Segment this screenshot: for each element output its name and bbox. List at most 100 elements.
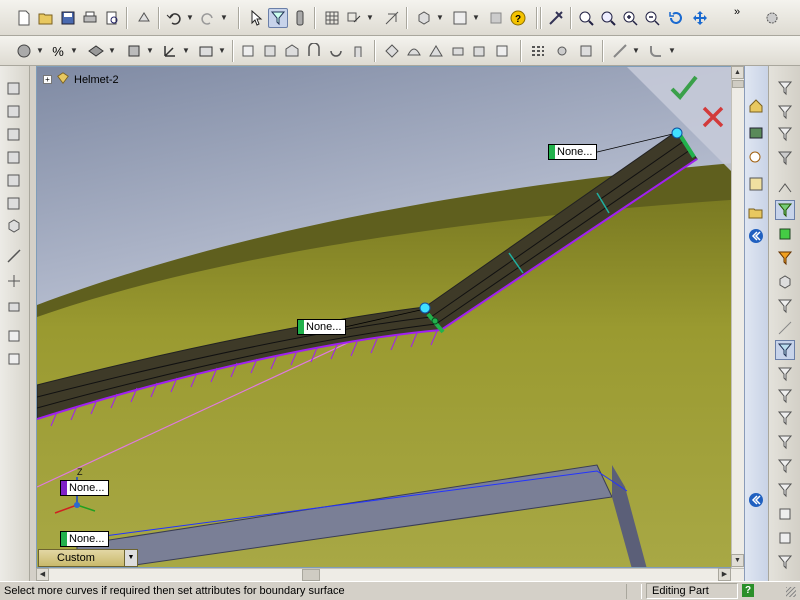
scroll-up-arrow-icon[interactable]: ▲ [731,66,744,79]
zoom-to-selection-icon[interactable] [642,8,662,28]
design-library-icon[interactable] [746,122,766,142]
zoom-in-out-icon[interactable] [620,8,640,28]
filter-clear-icon[interactable] [775,148,795,168]
callout-direction1[interactable]: None... [60,531,110,547]
filter-planes-icon[interactable] [775,296,795,316]
callout-direction2[interactable]: None... [60,480,110,496]
filter-dimensions-icon[interactable] [775,364,795,384]
horizontal-scroll-thumb[interactable] [302,569,320,581]
home-icon[interactable] [746,96,766,116]
filter-faces-icon[interactable] [775,124,795,144]
appearances-icon[interactable] [746,202,766,222]
delete-face-icon[interactable] [492,41,512,61]
sketch-line-icon[interactable] [4,246,24,266]
realview-icon[interactable] [546,8,566,28]
filter-points-icon[interactable] [775,340,795,360]
print-icon[interactable] [80,8,100,28]
filter-tolerances-icon[interactable] [775,432,795,452]
filter-holes-icon[interactable] [775,528,795,548]
expand-pane-icon[interactable] [746,490,766,510]
expand-tree-icon[interactable]: + [43,75,52,84]
filter-blocks-icon[interactable] [775,504,795,524]
ruled-surface-icon[interactable] [426,41,446,61]
select-arrow-icon[interactable] [246,8,266,28]
section-view-icon[interactable] [382,8,402,28]
boundary-surface-icon[interactable] [382,41,402,61]
print-preview-icon[interactable] [102,8,122,28]
filter-notes-icon[interactable] [775,386,795,406]
filter-solid-bodies-icon[interactable] [775,248,795,268]
filter-edges-icon[interactable] [775,102,795,122]
toolbar-overflow-icon[interactable]: » [734,6,740,18]
help-icon[interactable]: ? [508,8,528,28]
scroll-right-arrow-icon[interactable]: ▶ [718,568,731,581]
graphics-viewport[interactable]: + Helmet-2 None... None... None... None.… [36,66,744,568]
thicken-icon[interactable] [448,41,468,61]
view-orientation-icon[interactable] [414,8,434,28]
scroll-left-arrow-icon[interactable]: ◀ [36,568,49,581]
curves-icon[interactable] [196,41,216,61]
display-style-icon[interactable] [450,8,470,28]
surface-trim-icon[interactable] [260,41,280,61]
vertical-scrollbar[interactable]: ▲ ▼ [731,66,744,568]
rebuild-icon[interactable] [134,8,154,28]
surface-loft-icon[interactable] [326,41,346,61]
filter-parts-icon[interactable] [775,272,795,292]
knit-surface-icon[interactable] [124,41,144,61]
radiate-surface-icon[interactable] [552,41,572,61]
filter-curves-icon[interactable] [775,200,795,220]
file-explorer-icon[interactable] [746,148,766,168]
offset-surface-icon[interactable]: % [48,41,68,61]
view-palette-icon[interactable] [746,174,766,194]
filter-vertices-icon[interactable] [775,78,795,98]
zoom-to-fit-icon[interactable] [576,8,596,28]
collapse-task-pane-icon[interactable] [746,226,766,246]
measure-icon[interactable] [290,8,310,28]
surface-extend-icon[interactable] [282,41,302,61]
rotate-view-icon[interactable] [666,8,686,28]
reference-geometry-icon[interactable] [160,41,180,61]
pan-icon[interactable] [690,8,710,28]
horizontal-scrollbar[interactable]: ◀ ▶ [36,568,744,581]
surface-untrim-icon[interactable] [304,41,324,61]
new-document-icon[interactable] [14,8,34,28]
save-icon[interactable] [58,8,78,28]
freeform-icon[interactable] [404,41,424,61]
curve-tools-icon[interactable] [610,41,630,61]
view-bottom-icon[interactable] [4,193,24,213]
mid-surface-icon[interactable] [528,41,548,61]
grid-icon[interactable] [322,8,342,28]
open-folder-icon[interactable] [36,8,56,28]
cut-with-surface-icon[interactable] [576,41,596,61]
callout-tangency-top[interactable]: None... [548,144,598,160]
cancel-close-icon[interactable] [701,105,725,132]
dropdown-arrow-icon[interactable]: ▼ [124,550,137,566]
filter-surface-finish-icon[interactable] [775,480,795,500]
view-left-icon[interactable] [4,124,24,144]
view-right-icon[interactable] [4,147,24,167]
callout-tangency-mid[interactable]: None... [297,319,347,335]
filter-datums-icon[interactable] [775,456,795,476]
view-top-icon[interactable] [4,170,24,190]
vertical-scroll-thumb[interactable] [732,80,744,88]
planar-surface-icon[interactable] [86,41,106,61]
sketch-dimension-icon[interactable] [4,296,24,316]
undo-icon[interactable] [164,8,184,28]
extruded-surface-icon[interactable] [14,41,34,61]
resize-grip-icon[interactable] [786,587,796,597]
sketch-tools-icon[interactable] [344,8,364,28]
zoom-to-area-icon[interactable] [598,8,618,28]
options-gear-icon[interactable] [762,8,782,28]
replace-face-icon[interactable] [470,41,490,61]
layer-icon[interactable] [4,326,24,346]
filter-axes-icon[interactable] [775,318,795,338]
view-isometric-icon[interactable] [4,216,24,236]
sketch-point-icon[interactable] [4,271,24,291]
model-scene[interactable] [37,67,744,568]
selection-filter-icon[interactable] [268,8,288,28]
surface-fill-icon[interactable] [238,41,258,61]
feature-tree-root[interactable]: + Helmet-2 [43,71,119,88]
layer-properties-icon[interactable] [4,349,24,369]
fillet-tools-icon[interactable] [646,41,666,61]
view-front-icon[interactable] [4,78,24,98]
